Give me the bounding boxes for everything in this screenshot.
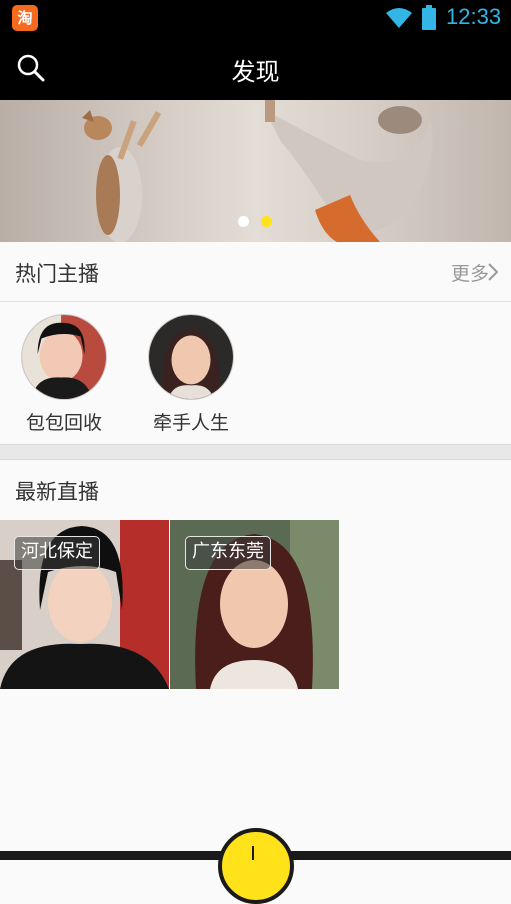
hot-anchors-header: 热门主播 更多 (0, 242, 511, 302)
location-badge: 河北保定 (14, 536, 100, 570)
section-title-hot-anchors: 热门主播 (15, 262, 99, 286)
anchor-name: 包包回收 (25, 412, 102, 434)
battery-icon (422, 5, 436, 30)
more-link[interactable]: 更多 (451, 259, 489, 286)
hot-anchors-list: 包包回收 牵手人生 (0, 302, 511, 444)
anchor-item[interactable]: 牵手人生 (136, 314, 246, 435)
wifi-icon (386, 8, 412, 28)
chevron-right-icon[interactable] (487, 262, 499, 282)
record-icon (252, 846, 260, 860)
status-time: 12:33 (446, 4, 502, 29)
live-tile[interactable]: 广东东莞 (170, 520, 339, 689)
location-badge: 广东东莞 (185, 536, 271, 570)
avatar[interactable] (148, 314, 234, 400)
anchor-item[interactable]: 包包回收 (9, 314, 119, 435)
anchor-name: 牵手人生 (152, 412, 229, 434)
banner-carousel[interactable] (0, 100, 511, 242)
start-live-button[interactable] (218, 828, 294, 904)
taobao-notification-icon: 淘 (12, 5, 38, 31)
carousel-dot-1[interactable] (238, 216, 249, 227)
avatar[interactable] (21, 314, 107, 400)
status-bar: 淘 12:33 (0, 0, 511, 36)
page-title: 发现 (231, 58, 280, 86)
squirrels-banner-image (82, 100, 433, 242)
section-title-latest-live: 最新直播 (15, 480, 99, 504)
carousel-dot-2-active[interactable] (261, 216, 272, 227)
title-bar: 发现 (0, 36, 511, 100)
latest-live-header: 最新直播 (0, 460, 511, 520)
section-divider (0, 444, 511, 460)
live-tile[interactable]: 河北保定 (0, 520, 169, 689)
